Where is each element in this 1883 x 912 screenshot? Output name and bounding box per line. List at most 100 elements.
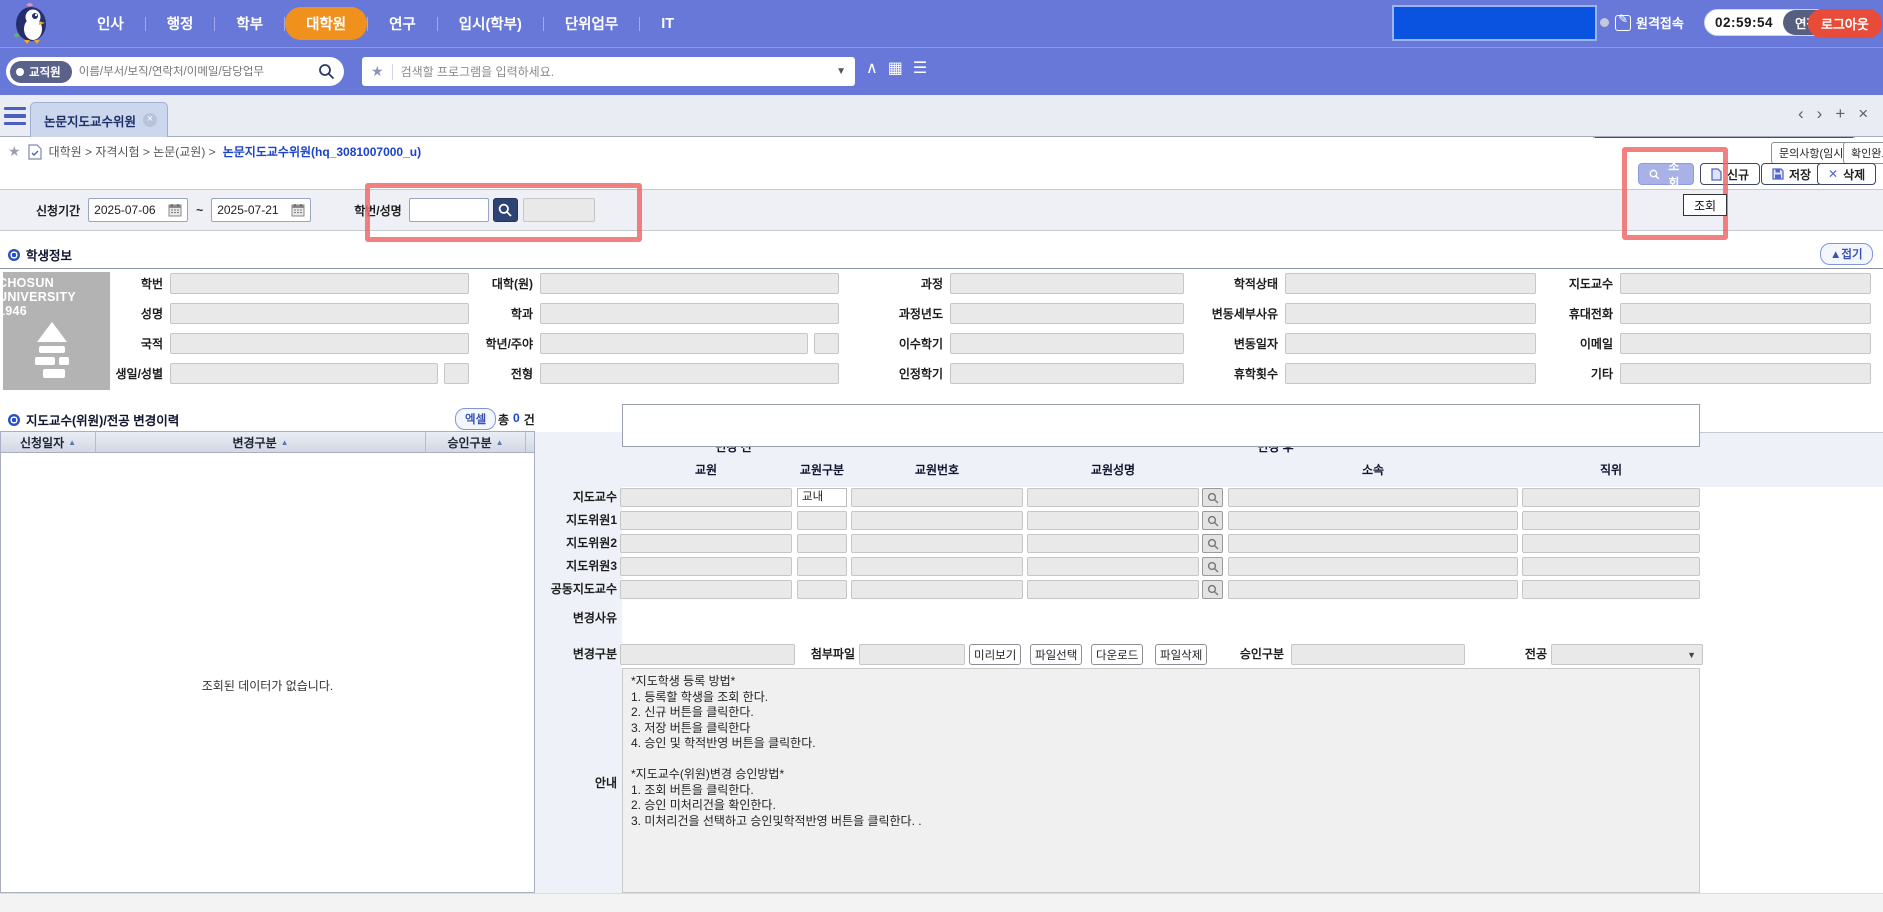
field-이메일 xyxy=(1620,333,1871,354)
grid-view-icon[interactable]: ▦ xyxy=(888,61,903,77)
reason-label: 변경사유 xyxy=(535,609,617,626)
menu-hamburger-icon[interactable] xyxy=(4,107,26,125)
reason-textarea[interactable] xyxy=(622,404,1700,447)
redacted-user-info xyxy=(1392,5,1597,41)
column-header-변경구분[interactable]: 변경구분▲ xyxy=(96,432,426,452)
소속-input xyxy=(1228,511,1518,530)
nav-item-admissions[interactable]: 입시(학부) xyxy=(438,7,543,40)
bookmark-star-icon[interactable]: ★ xyxy=(8,143,21,160)
field-label: 대학(원) xyxy=(480,275,540,292)
filter-row: 신청기간 ~ 학번/성명 xyxy=(0,190,1883,231)
tab-active[interactable]: 논문지도교수위원 × xyxy=(30,102,168,137)
program-dropdown-arrow-icon[interactable]: ▼ xyxy=(836,66,846,77)
close-all-tabs-icon[interactable]: × xyxy=(1858,105,1868,122)
field-label: 전형 xyxy=(480,365,540,382)
save-button[interactable]: 저장 xyxy=(1761,163,1822,185)
change-type-row: 변경구분 첨부파일 미리보기 파일선택 다운로드 파일삭제 승인구분 전공 ▼ xyxy=(535,644,1883,665)
file-delete-button[interactable]: 파일삭제 xyxy=(1155,644,1207,665)
delete-button[interactable]: ✕ 삭제 xyxy=(1817,163,1876,185)
tab-close-icon[interactable]: × xyxy=(143,113,157,127)
nav-item-it[interactable]: IT xyxy=(640,10,695,38)
calendar-icon[interactable] xyxy=(168,203,182,217)
approval-label: 승인구분 xyxy=(1230,644,1284,665)
field-주야-box xyxy=(814,333,839,354)
staff-search-input[interactable] xyxy=(79,66,318,78)
search-scope-badge[interactable]: 교직원 xyxy=(10,61,72,83)
breadcrumb-current: 논문지도교수위원(hq_3081007000_u) xyxy=(223,143,421,160)
download-button[interactable]: 다운로드 xyxy=(1091,644,1143,665)
collapse-button[interactable]: ▲접기 xyxy=(1820,243,1873,265)
save-floppy-icon xyxy=(1772,168,1784,180)
search-button[interactable]: 조회 xyxy=(1638,163,1694,185)
student-search-button[interactable] xyxy=(493,198,518,222)
nav-item-personnel[interactable]: 인사 xyxy=(76,7,145,40)
prev-tab-icon[interactable]: ‹ xyxy=(1798,105,1804,122)
sort-asc-icon[interactable]: ▲ xyxy=(68,438,76,447)
field-label: 학적상태 xyxy=(1198,275,1285,292)
logout-button[interactable]: 로그아웃 xyxy=(1808,9,1882,38)
field-전형 xyxy=(540,363,839,384)
column-header-승인구분[interactable]: 승인구분▲ xyxy=(426,432,526,452)
section-marker-icon xyxy=(8,414,20,426)
field-label: 변동세부사유 xyxy=(1198,305,1285,322)
favorite-star-icon[interactable]: ★ xyxy=(371,63,384,80)
period-label: 신청기간 xyxy=(36,202,80,219)
row-label: 지도위원1 xyxy=(535,511,617,530)
column-header-신청일자[interactable]: 신청일자▲ xyxy=(1,432,96,452)
student-id-name-input[interactable] xyxy=(409,198,489,222)
sort-asc-icon[interactable]: ▲ xyxy=(281,438,289,447)
confirm-complete-button[interactable]: 확인완료 xyxy=(1843,142,1883,164)
date-to-field xyxy=(211,198,311,222)
total-prefix: 총 xyxy=(498,411,509,428)
교원번호-input xyxy=(851,580,1023,599)
program-search-input[interactable] xyxy=(401,65,837,79)
divider xyxy=(392,64,393,80)
collapse-chevron-icon[interactable]: ∧ xyxy=(866,61,878,77)
faculty-search-button[interactable] xyxy=(1202,511,1223,530)
change-type-label: 변경구분 xyxy=(535,644,617,665)
date-to-input[interactable] xyxy=(217,203,291,217)
add-tab-icon[interactable]: + xyxy=(1835,105,1845,122)
approval-input xyxy=(1291,644,1465,665)
breadcrumb-toolbar-row: ★ 대학원 > 자격시험 > 논문(교원) > 논문지도교수위원(hq_3081… xyxy=(0,138,1883,190)
nav-item-unit-tasks[interactable]: 단위업무 xyxy=(544,7,639,40)
guide-label: 안내 xyxy=(535,774,617,791)
next-tab-icon[interactable]: › xyxy=(1817,105,1823,122)
new-button[interactable]: 신규 xyxy=(1700,163,1760,185)
field-이수학기 xyxy=(950,333,1184,354)
app-logo-penguin[interactable] xyxy=(6,2,58,46)
remote-access-button[interactable]: 원격접속 xyxy=(1615,13,1684,32)
preview-button[interactable]: 미리보기 xyxy=(969,644,1021,665)
date-from-input[interactable] xyxy=(94,203,168,217)
field-label: 학년/주야 xyxy=(480,335,540,352)
nav-item-administration[interactable]: 행정 xyxy=(146,7,215,40)
delete-button-label: 삭제 xyxy=(1843,166,1865,183)
file-select-button[interactable]: 파일선택 xyxy=(1030,644,1082,665)
excel-export-button[interactable]: 엑셀 xyxy=(455,408,496,430)
top-nav-bar: 인사 행정 학부 대학원 연구 입시(학부) 단위업무 IT 원격접속 02:5… xyxy=(0,0,1883,47)
calendar-icon[interactable] xyxy=(291,203,305,217)
nav-item-undergraduate[interactable]: 학부 xyxy=(215,7,284,40)
faculty-search-button[interactable] xyxy=(1202,488,1223,507)
list-view-icon[interactable]: ☰ xyxy=(913,61,927,77)
student-info-section-title: 학생정보 xyxy=(8,245,72,264)
field-label: 학번 xyxy=(95,275,170,292)
attachment-input xyxy=(859,644,965,665)
field-휴대전화 xyxy=(1620,303,1871,324)
교원번호-input xyxy=(851,557,1023,576)
search-icon[interactable] xyxy=(318,63,335,80)
field-인정학기 xyxy=(950,363,1184,384)
faculty-search-button[interactable] xyxy=(1202,557,1223,576)
sort-asc-icon[interactable]: ▲ xyxy=(496,438,504,447)
faculty-search-button[interactable] xyxy=(1202,534,1223,553)
field-label: 학과 xyxy=(480,305,540,322)
nav-item-research[interactable]: 연구 xyxy=(368,7,437,40)
section-marker-icon xyxy=(8,249,20,261)
nav-item-graduate-school[interactable]: 대학원 xyxy=(285,7,367,40)
field-과정년도 xyxy=(950,303,1184,324)
photo-watermark-text: CHOSUN UNIVERSITY 1946 xyxy=(3,276,110,318)
교원구분-cell: 교내 xyxy=(797,488,847,507)
major-select[interactable]: ▼ xyxy=(1551,644,1703,665)
faculty-search-button[interactable] xyxy=(1202,580,1223,599)
field-변동세부사유 xyxy=(1285,303,1536,324)
